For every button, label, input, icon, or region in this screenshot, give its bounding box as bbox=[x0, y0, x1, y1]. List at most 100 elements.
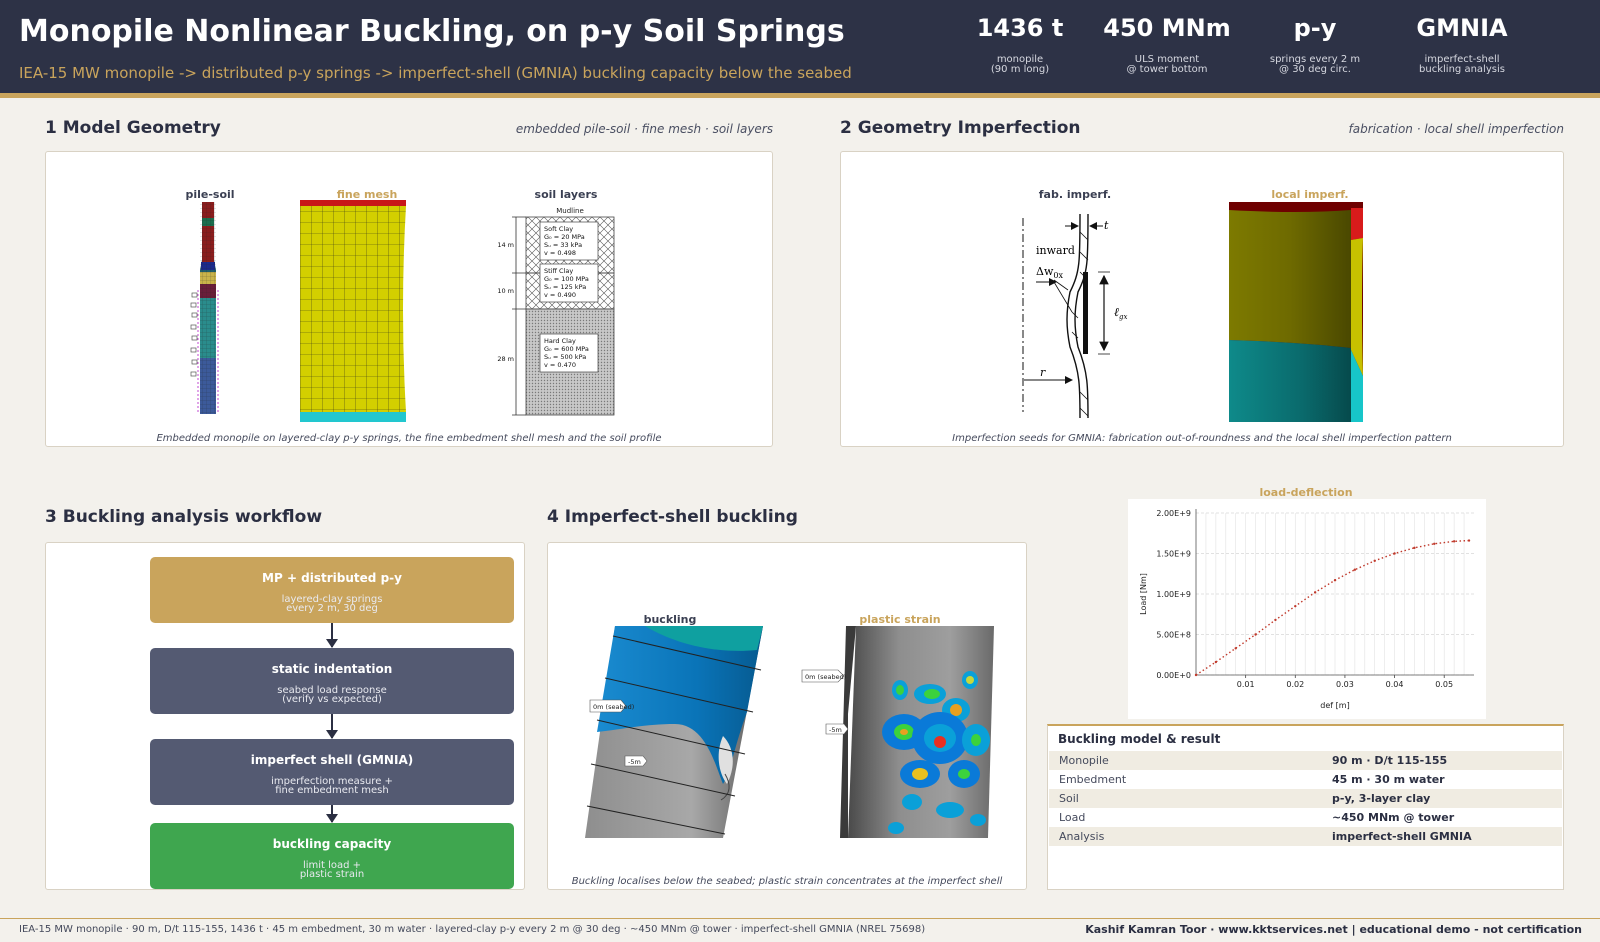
table-value: imperfect-shell GMNIA bbox=[1332, 830, 1472, 843]
header-divider bbox=[0, 93, 1600, 98]
section-1-caption: Embedded monopile on layered-clay p-y sp… bbox=[156, 433, 662, 444]
data-point bbox=[1452, 540, 1456, 543]
stat-value: 1436 t bbox=[976, 14, 1064, 42]
soil-depth-1: 14 m bbox=[497, 241, 514, 249]
soil-layer-1-line: Sᵤ = 33 kPa bbox=[544, 241, 582, 249]
page-title: Monopile Nonlinear Buckling, on p-y Soil… bbox=[19, 14, 845, 49]
data-point bbox=[1413, 546, 1416, 550]
section-2-caption: Imperfection seeds for GMNIA: fabricatio… bbox=[952, 433, 1452, 444]
seabed-tag: 0m (seabed) bbox=[593, 703, 634, 711]
data-point bbox=[1274, 618, 1277, 622]
x-tick-label: 0.05 bbox=[1435, 680, 1453, 689]
seabed-tag: 0m (seabed) bbox=[805, 673, 846, 681]
stat-analysis: GMNIA imperfect-shell buckling analysis bbox=[1387, 14, 1537, 75]
section-1-tags: embedded pile-soil · fine mesh · soil la… bbox=[515, 122, 773, 136]
workflow-step-title: MP + distributed p-y bbox=[262, 571, 402, 585]
stat-label: imperfect-shell buckling analysis bbox=[1419, 54, 1505, 75]
series-line bbox=[1195, 539, 1470, 676]
workflow-step-buckling-capacity: buckling capacity limit load + plastic st… bbox=[150, 823, 514, 889]
data-point bbox=[1467, 539, 1471, 542]
workflow-arrow bbox=[326, 623, 338, 648]
soil-depth-3: 28 m bbox=[497, 355, 514, 363]
y-axis-label: Load [Nm] bbox=[1139, 573, 1148, 615]
soil-layer-1-line: G₀ = 20 MPa bbox=[544, 233, 585, 241]
soil-layer-3-line: Sᵤ = 500 kPa bbox=[544, 353, 586, 361]
table-value: 45 m · 30 m water bbox=[1332, 773, 1445, 786]
workflow-step-title: static indentation bbox=[271, 662, 393, 676]
result-table: Buckling model & result Monopile 90 m · D… bbox=[1047, 724, 1564, 890]
section-4-title: 4 Imperfect-shell buckling bbox=[547, 507, 798, 527]
soil-layer-2-line: G₀ = 100 MPa bbox=[544, 275, 589, 283]
stat-value: p-y bbox=[1293, 14, 1337, 42]
table-row: Embedment 45 m · 30 m water bbox=[1049, 770, 1562, 789]
mudline-text: Mudline bbox=[556, 207, 584, 215]
workflow-arrow bbox=[326, 714, 338, 739]
soil-layer-2-line: Stiff Clay bbox=[544, 267, 573, 275]
table-value: 90 m · D/t 115-155 bbox=[1332, 754, 1448, 767]
section-2-title: 2 Geometry Imperfection bbox=[840, 118, 1081, 138]
data-point bbox=[1353, 568, 1357, 571]
soil-layer-3-line: v = 0.470 bbox=[544, 361, 576, 369]
footer-divider bbox=[0, 918, 1600, 919]
plastic-strain-image: 0m (seabed) -5m bbox=[801, 626, 994, 838]
table-key: Load bbox=[1059, 811, 1086, 824]
data-point bbox=[1294, 604, 1297, 608]
section-2-tags: fabrication · local shell imperfection bbox=[1348, 122, 1565, 136]
data-point bbox=[1214, 660, 1218, 664]
soil-layer-3-line: Hard Clay bbox=[544, 337, 576, 345]
soil-layer-3-line: G₀ = 600 MPa bbox=[544, 345, 589, 353]
buckling-image: 0m (seabed) -5m bbox=[585, 626, 763, 838]
delta-w-symbol: Δw0x bbox=[1036, 265, 1063, 280]
section-1-title: 1 Model Geometry bbox=[45, 118, 221, 138]
soil-layer-2-line: v = 0.490 bbox=[544, 291, 576, 299]
page-subtitle: IEA-15 MW monopile -> distributed p-y sp… bbox=[19, 64, 852, 82]
stat-label: monopile (90 m long) bbox=[990, 54, 1050, 75]
workflow-step-sub: limit load + plastic strain bbox=[299, 860, 365, 880]
table-row: Soil p-y, 3-layer clay bbox=[1049, 789, 1562, 808]
table-key: Embedment bbox=[1059, 773, 1127, 786]
stat-label: springs every 2 m @ 30 deg circ. bbox=[1269, 54, 1361, 75]
table-row: Analysis imperfect-shell GMNIA bbox=[1049, 827, 1562, 846]
stat-mass: 1436 t monopile (90 m long) bbox=[945, 14, 1095, 75]
data-point bbox=[1234, 647, 1237, 650]
workflow-step-sub: imperfection measure + fine embedment me… bbox=[271, 776, 393, 796]
stat-value: 450 MNm bbox=[1103, 14, 1231, 42]
data-point bbox=[1433, 542, 1436, 545]
data-point bbox=[1393, 552, 1396, 555]
table-key: Monopile bbox=[1059, 754, 1109, 767]
load-deflection-chart: 0.00E+0 5.00E+8 1.00E+9 1.50E+9 2.00E+9 0.01 0… bbox=[1139, 509, 1474, 710]
soil-layer-1-line: Soft Clay bbox=[544, 225, 573, 233]
fab-imperfection-sketch: t inward Δw0x ℓgx r bbox=[1022, 213, 1127, 419]
fab-imperf-label: fab. imperf. bbox=[1038, 188, 1112, 201]
x-tick-label: 0.03 bbox=[1336, 680, 1354, 689]
pile-soil-image bbox=[190, 202, 219, 414]
data-point bbox=[1373, 559, 1376, 562]
soil-layers-image: Mudline 14 m 10 m 28 m Soft Clay G₀ = 20… bbox=[497, 207, 615, 416]
table-value: ~450 MNm @ tower bbox=[1332, 811, 1455, 824]
x-tick-label: 0.02 bbox=[1286, 680, 1304, 689]
stat-value: GMNIA bbox=[1416, 14, 1508, 42]
soil-layer-1-line: v = 0.498 bbox=[544, 249, 576, 257]
y-tick-label: 5.00E+8 bbox=[1156, 631, 1191, 640]
table-title: Buckling model & result bbox=[1058, 732, 1221, 746]
workflow-step-sub: seabed load response (verify vs expected… bbox=[277, 685, 387, 705]
local-imperfection-image bbox=[1229, 202, 1363, 422]
workflow-step-title: buckling capacity bbox=[272, 837, 392, 851]
x-axis-label: def [m] bbox=[1320, 701, 1349, 710]
stat-springs: p-y springs every 2 m @ 30 deg circ. bbox=[1240, 14, 1390, 75]
y-tick-label: 0.00E+0 bbox=[1156, 671, 1191, 680]
table-row: Load ~450 MNm @ tower bbox=[1049, 808, 1562, 827]
length-symbol: ℓgx bbox=[1114, 305, 1127, 321]
section-4-caption: Buckling localises below the seabed; pla… bbox=[571, 876, 1003, 887]
data-point bbox=[1313, 591, 1317, 594]
geometry-imperfection-panel bbox=[840, 151, 1564, 447]
table-key: Soil bbox=[1059, 792, 1079, 805]
radius-symbol: r bbox=[1040, 366, 1046, 379]
workflow-step-gmnia: imperfect shell (GMNIA) imperfection meas… bbox=[150, 739, 514, 805]
minus5-tag: -5m bbox=[628, 758, 641, 766]
chart-title: load-deflection bbox=[1259, 486, 1353, 499]
inward-text: inward bbox=[1036, 244, 1075, 257]
workflow-step-static-indentation: static indentation seabed load response (… bbox=[150, 648, 514, 714]
fine-mesh-image bbox=[300, 200, 406, 422]
workflow-arrow bbox=[326, 805, 338, 823]
